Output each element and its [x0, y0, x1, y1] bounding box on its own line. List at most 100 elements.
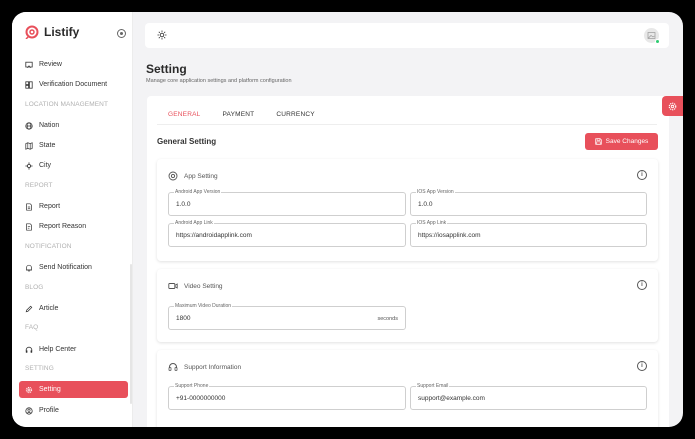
- app-setting-panel: App Setting i Android App Version 1.0.0 …: [157, 159, 658, 261]
- android-app-version-field[interactable]: Android App Version 1.0.0: [168, 189, 406, 216]
- topbar: [145, 23, 669, 48]
- tab-bar: GENERAL PAYMENT CURRENCY: [157, 108, 326, 125]
- sidebar-item-setting[interactable]: Setting: [19, 381, 128, 398]
- sidebar-item-verification-document[interactable]: Verification Document: [19, 76, 128, 93]
- section-blog: BLOG: [25, 284, 44, 291]
- field-suffix: seconds: [377, 316, 399, 322]
- sidebar-item-label: Article: [39, 305, 59, 312]
- support-email-field[interactable]: Support Email support@example.com: [410, 383, 647, 410]
- app-settings-icon: [168, 171, 178, 181]
- sidebar-item-report-reason[interactable]: Report Reason: [19, 218, 128, 235]
- sidebar-item-label: State: [39, 142, 56, 149]
- video-setting-header: Video Setting: [168, 281, 223, 291]
- sidebar-item-profile[interactable]: Profile: [19, 402, 128, 419]
- field-value: https://androidapplink.com: [176, 232, 252, 239]
- sidebar-item-send-notification[interactable]: Send Notification: [19, 259, 128, 276]
- sidebar-item-label: City: [39, 162, 52, 169]
- section-location-management: LOCATION MANAGEMENT: [25, 101, 109, 108]
- support-phone-field[interactable]: Support Phone +91-0000000000: [168, 383, 406, 410]
- field-label: Android App Link: [174, 220, 214, 226]
- field-label: Support Phone: [174, 383, 210, 389]
- sidebar-scrollbar[interactable]: [130, 264, 132, 404]
- section-report: REPORT: [25, 182, 53, 189]
- headset-icon: [168, 363, 178, 371]
- sidebar-item-nation[interactable]: Nation: [19, 117, 128, 134]
- collapse-sidebar-button[interactable]: [117, 29, 126, 38]
- sidebar-item-help-center[interactable]: Help Center: [19, 341, 128, 358]
- report-icon: [26, 202, 32, 211]
- field-label: IOS App Version: [416, 189, 455, 195]
- sidebar-item-label: Setting: [39, 386, 61, 393]
- support-info-title: Support Information: [184, 363, 242, 371]
- sidebar-item-label: Review: [39, 61, 62, 68]
- general-setting-title: General Setting: [157, 137, 217, 146]
- tab-payment[interactable]: PAYMENT: [211, 108, 265, 125]
- avatar[interactable]: [644, 28, 660, 44]
- support-info-panel: Support Information i Support Phone +91-…: [157, 350, 658, 427]
- headset-icon: [25, 346, 33, 353]
- field-label: Maximum Video Duration: [174, 303, 233, 309]
- save-icon: [594, 138, 602, 145]
- ios-app-link-field[interactable]: IOS App Link https://iosapplink.com: [410, 220, 647, 247]
- brand-name: Listify: [44, 25, 80, 39]
- sun-icon[interactable]: [157, 30, 167, 40]
- tab-currency[interactable]: CURRENCY: [265, 108, 325, 125]
- info-icon[interactable]: i: [637, 170, 647, 180]
- field-value: 1.0.0: [176, 201, 191, 208]
- listify-logo-icon: [25, 25, 39, 39]
- info-icon[interactable]: i: [637, 280, 647, 290]
- sidebar-item-label: Report: [39, 203, 61, 210]
- app-window: Listify Review Verification Document LOC…: [12, 12, 683, 427]
- sidebar: Listify Review Verification Document LOC…: [12, 12, 133, 427]
- report-reason-icon: [26, 222, 32, 231]
- brand[interactable]: Listify: [25, 25, 79, 39]
- map-icon: [25, 141, 33, 150]
- field-value: support@example.com: [418, 395, 485, 402]
- sidebar-item-review[interactable]: Review: [19, 56, 128, 73]
- info-icon[interactable]: i: [637, 361, 647, 371]
- field-value: +91-0000000000: [176, 395, 226, 402]
- field-value: 1.0.0: [418, 201, 433, 208]
- settings-card: GENERAL PAYMENT CURRENCY General Setting…: [147, 96, 669, 427]
- field-value: 1800: [176, 315, 191, 322]
- max-video-duration-field[interactable]: Maximum Video Duration 1800 seconds: [168, 303, 406, 330]
- field-label: Support Email: [416, 383, 450, 389]
- bell-icon: [26, 264, 32, 272]
- video-setting-title: Video Setting: [184, 282, 223, 290]
- sidebar-item-state[interactable]: State: [19, 137, 128, 154]
- online-status-dot: [655, 39, 660, 44]
- field-label: IOS App Link: [416, 220, 448, 226]
- field-label: Android App Version: [174, 189, 222, 195]
- sidebar-item-article[interactable]: Article: [19, 300, 128, 317]
- tabs-divider: [157, 124, 657, 125]
- sidebar-item-label: Nation: [39, 122, 60, 129]
- globe-icon: [25, 121, 33, 130]
- page-subtitle: Manage core application settings and pla…: [146, 78, 292, 84]
- section-faq: FAQ: [25, 324, 39, 331]
- app-setting-title: App Setting: [184, 172, 218, 180]
- tab-general[interactable]: GENERAL: [157, 108, 212, 125]
- settings-drawer-button[interactable]: [662, 96, 683, 116]
- gear-icon: [668, 102, 677, 110]
- app-setting-header: App Setting: [168, 171, 218, 181]
- document-icon: [25, 80, 33, 89]
- video-setting-panel: Video Setting i Maximum Video Duration 1…: [157, 269, 658, 342]
- save-changes-label: Save Changes: [605, 138, 649, 145]
- ios-app-version-field[interactable]: IOS App Version 1.0.0: [410, 189, 647, 216]
- sidebar-item-report[interactable]: Report: [19, 198, 128, 215]
- section-setting: SETTING: [25, 365, 54, 372]
- sidebar-item-label: Send Notification: [39, 264, 92, 271]
- sidebar-item-city[interactable]: City: [19, 157, 128, 174]
- user-icon: [25, 406, 33, 415]
- gear-icon: [25, 386, 33, 393]
- sidebar-item-label: Verification Document: [39, 81, 108, 88]
- save-changes-button[interactable]: Save Changes: [585, 133, 658, 150]
- city-icon: [25, 161, 33, 170]
- android-app-link-field[interactable]: Android App Link https://androidapplink.…: [168, 220, 406, 247]
- sidebar-item-label: Help Center: [39, 346, 77, 353]
- section-notification: NOTIFICATION: [25, 243, 72, 250]
- review-icon: [25, 61, 33, 68]
- sidebar-item-label: Report Reason: [39, 223, 87, 230]
- pencil-icon: [25, 305, 33, 312]
- page-title: Setting: [146, 62, 187, 76]
